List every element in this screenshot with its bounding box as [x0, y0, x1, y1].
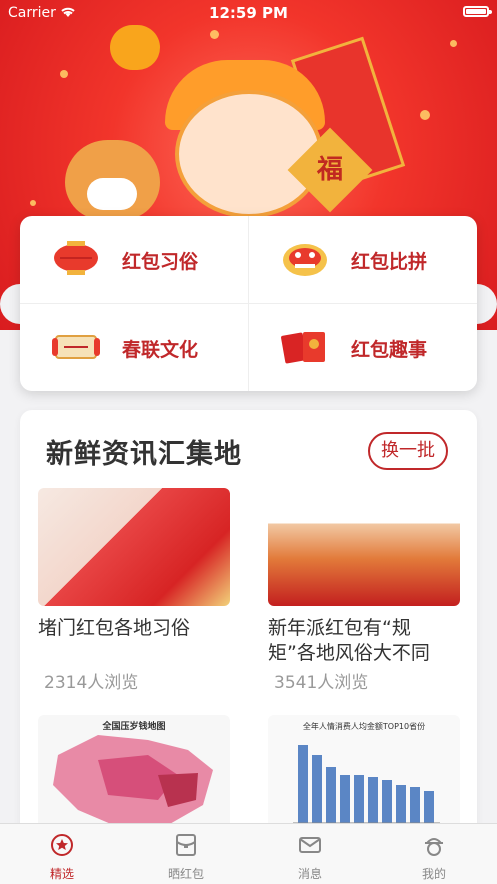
chart-title: 全年人情消费人均金额TOP10省份 [302, 722, 426, 731]
red-envelopes-icon [281, 332, 325, 364]
fu-sign-illustration: 福 [287, 127, 373, 213]
menu-item-label: 红包比拼 [351, 251, 428, 273]
article-thumbnail: 全国压岁钱地图 [38, 715, 230, 833]
category-menu: 红包习俗 红包比拼 春联文化 红包趣事 [20, 216, 477, 391]
dog-illustration [65, 140, 160, 220]
status-bar: Carrier 12:59 PM [0, 0, 497, 26]
tab-featured[interactable]: 精选 [0, 824, 124, 884]
tab-bar: 精选 晒红包 消息 我的 [0, 823, 497, 884]
article-card[interactable]: 全国压岁钱地图 [38, 715, 230, 833]
lantern-icon [54, 241, 98, 275]
article-thumbnail: 全年人情消费人均金额TOP10省份 [268, 715, 460, 833]
map-title: 全国压岁钱地图 [102, 722, 166, 732]
article-card[interactable]: 新年派红包有“规矩”各地风俗大不同 3541人浏览 [268, 488, 460, 693]
tab-messages[interactable]: 消息 [248, 824, 372, 884]
article-title: 堵门红包各地习俗 [38, 617, 191, 639]
article-title: 新年派红包有“规矩”各地风俗大不同 [268, 617, 430, 664]
china-map-graphic [53, 735, 213, 827]
battery-icon [463, 6, 492, 17]
section-title: 新鲜资讯汇集地 [46, 439, 242, 470]
share-envelope-icon [176, 834, 196, 856]
article-thumbnail [38, 488, 230, 606]
article-thumbnail [268, 488, 460, 606]
money-bag-illustration [110, 25, 160, 70]
clock: 12:59 PM [209, 4, 288, 22]
menu-item-stories[interactable]: 红包趣事 [249, 304, 477, 391]
bar-chart-graphic [293, 745, 440, 824]
menu-item-label: 红包趣事 [351, 339, 428, 361]
article-views: 2314人浏览 [44, 673, 139, 693]
tab-label: 晒红包 [167, 867, 204, 881]
tab-label: 消息 [297, 867, 322, 881]
article-card[interactable]: 堵门红包各地习俗 2314人浏览 [38, 488, 230, 693]
menu-item-label: 红包习俗 [122, 251, 199, 273]
menu-item-label: 春联文化 [122, 339, 199, 361]
tab-share-envelope[interactable]: 晒红包 [124, 824, 248, 884]
profile-icon [424, 838, 444, 856]
article-views: 3541人浏览 [274, 673, 369, 693]
menu-item-couplets[interactable]: 春联文化 [20, 304, 248, 391]
refresh-button[interactable]: 换一批 [368, 432, 448, 470]
message-icon [299, 837, 321, 853]
tab-profile[interactable]: 我的 [372, 824, 496, 884]
menu-item-compare[interactable]: 红包比拼 [249, 216, 477, 303]
lion-dance-icon [283, 244, 327, 276]
menu-item-customs[interactable]: 红包习俗 [20, 216, 248, 303]
article-card[interactable]: 全年人情消费人均金额TOP10省份 [268, 715, 460, 833]
tab-label: 我的 [421, 867, 446, 881]
news-section: 新鲜资讯汇集地 换一批 堵门红包各地习俗 2314人浏览 新年派红包有“规矩”各… [20, 410, 477, 840]
featured-icon [51, 834, 73, 856]
couplet-scroll-icon [52, 335, 100, 359]
tab-label: 精选 [49, 867, 74, 881]
